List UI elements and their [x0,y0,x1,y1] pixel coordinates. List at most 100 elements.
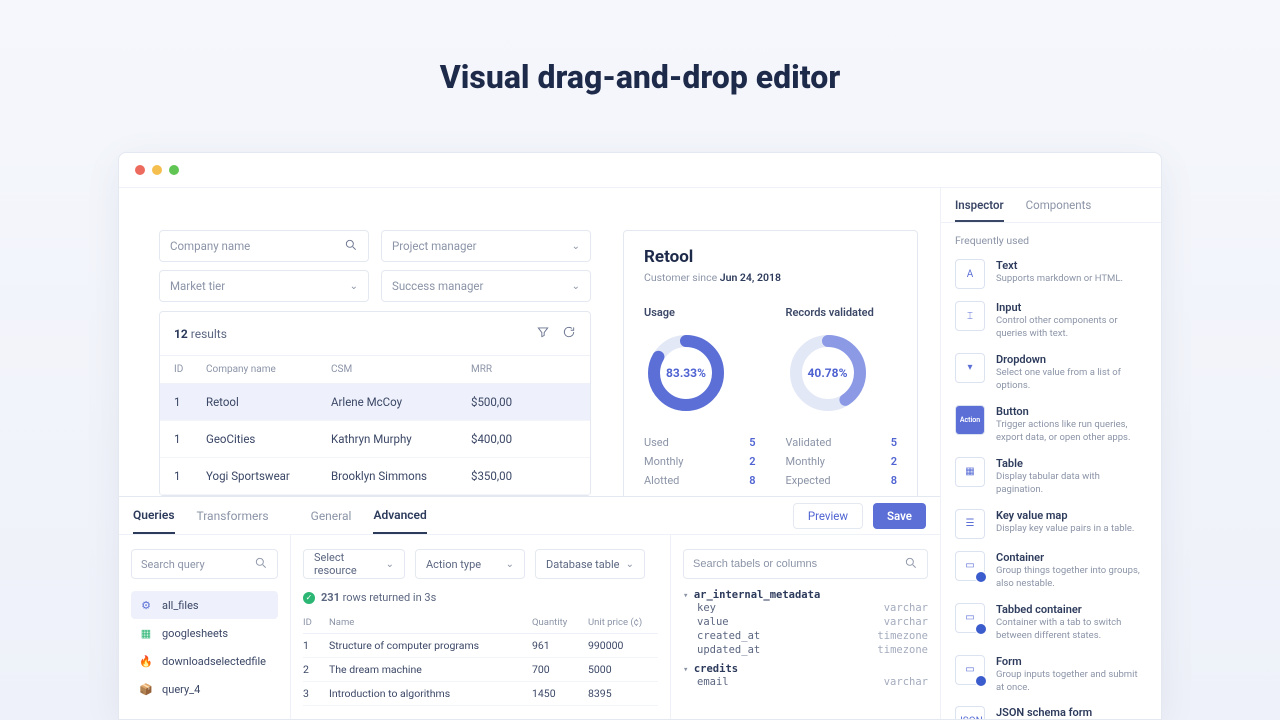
tab-advanced[interactable]: Advanced [373,498,426,534]
canvas: Company name Project manager ⌄ Market ti… [119,188,1161,720]
customer-since: Customer since Jun 24, 2018 [644,271,897,284]
page-title: Visual drag-and-drop editor [0,0,1280,136]
schema-column[interactable]: emailvarchar [683,675,928,689]
query-search[interactable]: Search query [131,549,278,579]
component-item[interactable]: ☰Key value mapDisplay key value pairs in… [941,503,1161,545]
component-item[interactable]: ▭ContainerGroup things together into gro… [941,545,1161,597]
query-status: ✓231 rows returned in 3s [303,591,658,604]
chevron-down-icon: ⌄ [572,281,580,292]
table-header-bar: 12 results [160,312,590,356]
minimize-dot[interactable] [152,165,162,175]
close-dot[interactable] [135,165,145,175]
query-item[interactable]: 📦query_4 [131,675,278,703]
component-item[interactable]: ⌶InputControl other components or querie… [941,295,1161,347]
results-count: 12 results [174,327,227,341]
component-icon: A [955,259,985,289]
records-stats: Validated5Monthly2Expected8 [786,433,898,490]
schema-column[interactable]: keyvarchar [683,601,928,615]
preview-button[interactable]: Preview [793,503,863,529]
table-header-row: ID Company name CSM MRR [160,356,590,384]
search-icon [904,556,918,573]
usage-metric: Usage 83.33% [644,306,756,415]
component-item[interactable]: ▭Tabbed containerContainer with a tab to… [941,597,1161,649]
search-icon [344,238,358,255]
schema-column[interactable]: created_attimezone [683,629,928,643]
component-icon: ⌶ [955,301,985,331]
component-icon: ☰ [955,509,985,539]
usage-stats: Used5Monthly2Alotted8 [644,433,756,490]
tab-transformers[interactable]: Transformers [197,499,269,533]
check-icon: ✓ [303,592,315,604]
table-row[interactable]: 1RetoolArlene McCoy$500,00 [160,384,590,421]
zoom-dot[interactable] [169,165,179,175]
schema-column[interactable]: updated_attimezone [683,643,928,657]
query-icon: ▦ [139,626,153,640]
placeholder: Company name [170,239,250,253]
component-item[interactable]: ActionButtonTrigger actions like run que… [941,399,1161,451]
component-icon: ▾ [955,353,985,383]
schema-browser: Search tabels or columns ar_internal_met… [671,535,940,720]
query-icon: ⚙ [139,598,153,612]
inspector-sidebar: Inspector Components Frequently used ATe… [940,188,1161,720]
success-manager-select[interactable]: Success manager ⌄ [381,270,591,302]
component-item[interactable]: ▦TableDisplay tabular data with paginati… [941,451,1161,503]
result-row[interactable]: 3Introduction to algorithms14508395 [303,682,658,706]
query-icon: 🔥 [139,654,153,668]
chevron-down-icon: ⌄ [350,281,358,292]
query-item[interactable]: ▦googlesheets [131,619,278,647]
panel-tabs: Queries Transformers General Advanced Pr… [119,497,940,535]
table-row[interactable]: 1Yogi SportswearBrooklyn Simmons$350,00 [160,458,590,495]
placeholder: Market tier [170,279,225,293]
placeholder: Success manager [392,279,483,293]
titlebar [119,153,1161,188]
filter-icon[interactable] [536,324,550,343]
records-donut: 40.78% [786,331,870,415]
component-icon: Action [955,405,985,435]
project-manager-select[interactable]: Project manager ⌄ [381,230,591,262]
filter-row-2: Market tier ⌄ Success manager ⌄ [159,270,591,302]
tab-components[interactable]: Components [1026,198,1092,222]
query-editor: Select resource⌄ Action type⌄ Database t… [291,535,671,720]
query-item[interactable]: ⚙all_files [131,591,278,619]
result-row[interactable]: 1Structure of computer programs961990000 [303,634,658,658]
query-list-panel: Search query ⚙all_files▦googlesheets🔥dow… [119,535,291,720]
refresh-icon[interactable] [562,324,576,343]
placeholder: Project manager [392,239,476,253]
result-row[interactable]: 2The dream machine7005000 [303,658,658,682]
customer-detail: Retool Customer since Jun 24, 2018 Usage… [623,230,918,507]
filter-row-1: Company name Project manager ⌄ [159,230,591,262]
query-icon: 📦 [139,682,153,696]
customer-name: Retool [644,247,897,267]
db-table-select[interactable]: Database table⌄ [535,549,645,579]
app-window: Company name Project manager ⌄ Market ti… [118,152,1162,720]
component-item[interactable]: ▾DropdownSelect one value from a list of… [941,347,1161,399]
market-tier-select[interactable]: Market tier ⌄ [159,270,369,302]
resource-select[interactable]: Select resource⌄ [303,549,405,579]
tab-general[interactable]: General [311,499,352,533]
chevron-down-icon: ⌄ [572,241,580,252]
tab-inspector[interactable]: Inspector [955,198,1004,222]
schema-table[interactable]: credits [683,663,928,675]
schema-search[interactable]: Search tabels or columns [683,549,928,579]
results-table: 12 results ID Company name CSM MRR 1Reto… [159,311,591,496]
query-item[interactable]: 🔥downloadselectedfile [131,647,278,675]
schema-table[interactable]: ar_internal_metadata [683,589,928,601]
table-row[interactable]: 1GeoCitiesKathryn Murphy$400,00 [160,421,590,458]
component-icon: JSON [955,706,985,720]
section-frequently-used: Frequently used [941,223,1161,253]
component-icon: ▭ [955,603,985,633]
component-item[interactable]: ▭FormGroup inputs together and submit at… [941,649,1161,701]
component-item[interactable]: ATextSupports markdown or HTML. [941,253,1161,295]
component-item[interactable]: JSONJSON schema formGenerate forms from … [941,700,1161,720]
save-button[interactable]: Save [873,503,926,529]
tab-queries[interactable]: Queries [133,498,175,534]
schema-column[interactable]: valuevarchar [683,615,928,629]
records-metric: Records validated 40.78% [786,306,898,415]
query-panel: Queries Transformers General Advanced Pr… [119,496,940,720]
usage-donut: 83.33% [644,331,728,415]
component-icon: ▭ [955,551,985,581]
mini-table-header: ID Name Quantity Unit price (¢) [303,612,658,634]
company-name-input[interactable]: Company name [159,230,369,262]
search-icon [254,556,268,573]
action-type-select[interactable]: Action type⌄ [415,549,525,579]
